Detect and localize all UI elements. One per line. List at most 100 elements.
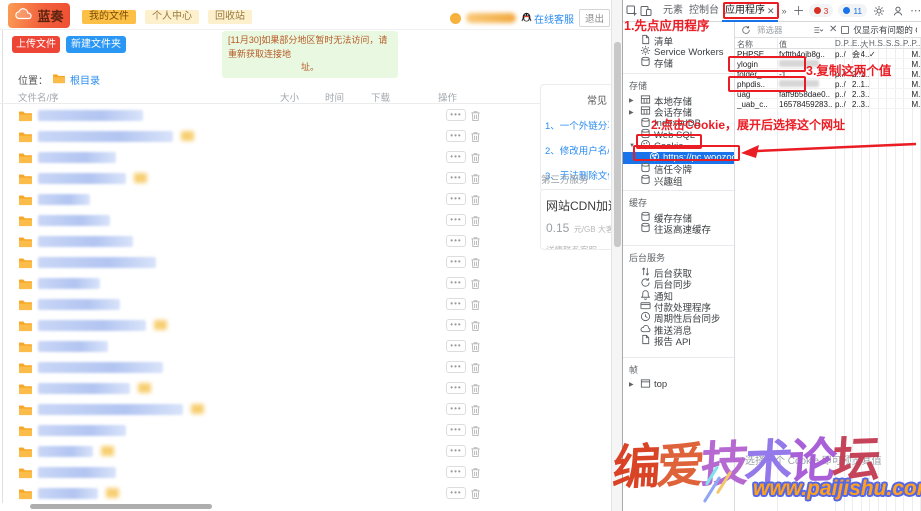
trash-icon[interactable] bbox=[470, 403, 481, 421]
trash-icon[interactable] bbox=[470, 172, 481, 190]
file-row[interactable]: ••• bbox=[0, 420, 611, 441]
more-tabs-icon[interactable]: » bbox=[780, 6, 789, 16]
disclosure-icon[interactable]: ▼ bbox=[629, 143, 635, 149]
logout-button[interactable]: 退出 bbox=[579, 9, 610, 27]
trash-icon[interactable] bbox=[470, 193, 481, 211]
row-more-button[interactable]: ••• bbox=[446, 214, 466, 226]
file-row[interactable]: ••• bbox=[0, 336, 611, 357]
cookie-row[interactable]: uagfaff9b58dae0..p../2..3..M. bbox=[735, 89, 921, 99]
cookie-row[interactable]: phpdis..p../2..1..M. bbox=[735, 79, 921, 89]
issue-badge[interactable]: 11 bbox=[838, 4, 867, 17]
trash-icon[interactable] bbox=[470, 256, 481, 274]
row-more-button[interactable]: ••• bbox=[446, 487, 466, 499]
profile-icon[interactable] bbox=[891, 4, 905, 18]
trash-icon[interactable] bbox=[470, 340, 481, 358]
trash-icon[interactable] bbox=[470, 214, 481, 232]
trash-icon[interactable] bbox=[470, 361, 481, 379]
trash-icon[interactable] bbox=[470, 319, 481, 337]
devtools-tab-application[interactable]: 应用程序✕ bbox=[722, 0, 778, 22]
trash-icon[interactable] bbox=[470, 298, 481, 316]
trash-icon[interactable] bbox=[470, 445, 481, 463]
new-folder-button[interactable]: 新建文件夹 bbox=[66, 36, 126, 53]
trash-icon[interactable] bbox=[470, 487, 481, 505]
settings-gear-icon[interactable] bbox=[872, 4, 886, 18]
error-badge[interactable]: 3 bbox=[809, 4, 834, 17]
upload-button[interactable]: 上传文件 bbox=[12, 36, 60, 53]
tree-item[interactable]: 往返高速缓存 bbox=[623, 224, 734, 235]
row-more-button[interactable]: ••• bbox=[446, 382, 466, 394]
file-row[interactable]: ••• bbox=[0, 483, 611, 504]
row-more-button[interactable]: ••• bbox=[446, 235, 466, 247]
trash-icon[interactable] bbox=[470, 151, 481, 169]
add-tab-icon[interactable]: ＋ bbox=[791, 2, 807, 19]
row-more-button[interactable]: ••• bbox=[446, 193, 466, 205]
row-more-button[interactable]: ••• bbox=[446, 172, 466, 184]
file-row[interactable]: ••• bbox=[0, 441, 611, 462]
file-row[interactable]: ••• bbox=[0, 126, 611, 147]
tree-item[interactable]: ▼Cookie bbox=[623, 141, 734, 152]
row-more-button[interactable]: ••• bbox=[446, 277, 466, 289]
file-row[interactable]: ••• bbox=[0, 147, 611, 168]
online-service-link[interactable]: 在线客服 bbox=[521, 10, 574, 26]
row-more-button[interactable]: ••• bbox=[446, 256, 466, 268]
scrollbar-thumb[interactable] bbox=[614, 42, 621, 247]
trash-icon[interactable] bbox=[470, 109, 481, 127]
trash-icon[interactable] bbox=[470, 235, 481, 253]
faq-link-2[interactable]: 2、修改用户名/昵称 bbox=[545, 143, 609, 157]
trash-icon[interactable] bbox=[470, 277, 481, 295]
clear-icon[interactable]: ✕ bbox=[829, 24, 837, 35]
trash-icon[interactable] bbox=[470, 466, 481, 484]
row-more-button[interactable]: ••• bbox=[446, 340, 466, 352]
page-horizontal-scrollbar[interactable] bbox=[30, 504, 212, 509]
tree-item[interactable]: 报告 API bbox=[623, 335, 734, 346]
file-row[interactable]: ••• bbox=[0, 252, 611, 273]
cdn-contact-link[interactable]: 详情联系客服 bbox=[546, 244, 608, 250]
col-filename[interactable]: 文件名/序 bbox=[18, 90, 59, 104]
file-row[interactable]: ••• bbox=[0, 231, 611, 252]
trash-icon[interactable] bbox=[470, 424, 481, 442]
issues-only-checkbox[interactable] bbox=[841, 26, 849, 34]
trash-icon[interactable] bbox=[470, 130, 481, 148]
refresh-icon[interactable] bbox=[739, 23, 753, 37]
file-row[interactable]: ••• bbox=[0, 399, 611, 420]
trash-icon[interactable] bbox=[470, 382, 481, 400]
page-vertical-scrollbar[interactable] bbox=[611, 0, 622, 511]
cookie-filter-input[interactable] bbox=[757, 25, 807, 35]
row-more-button[interactable]: ••• bbox=[446, 424, 466, 436]
more-options-icon[interactable]: ⋯ bbox=[910, 4, 921, 17]
row-more-button[interactable]: ••• bbox=[446, 109, 466, 121]
disclosure-icon[interactable]: ▶ bbox=[629, 109, 634, 116]
tree-item[interactable]: 兴趣组 bbox=[623, 175, 734, 186]
tree-item[interactable]: ▶top bbox=[623, 379, 734, 390]
file-row[interactable]: ••• bbox=[0, 378, 611, 399]
nav-tab-3[interactable]: 回收站 bbox=[208, 10, 252, 24]
file-row[interactable]: ••• bbox=[0, 462, 611, 483]
file-row[interactable]: ••• bbox=[0, 168, 611, 189]
file-row[interactable]: ••• bbox=[0, 273, 611, 294]
row-more-button[interactable]: ••• bbox=[446, 466, 466, 478]
nav-tab-2[interactable]: 个人中心 bbox=[145, 10, 199, 24]
disclosure-icon[interactable]: ▶ bbox=[629, 97, 634, 104]
row-more-button[interactable]: ••• bbox=[446, 445, 466, 457]
file-row[interactable]: ••• bbox=[0, 210, 611, 231]
nav-tab-1[interactable]: 我的文件 bbox=[82, 10, 136, 24]
root-dir-link[interactable]: 根目录 bbox=[70, 72, 100, 87]
faq-link-1[interactable]: 1、一个外链分享多个文 bbox=[545, 118, 609, 132]
file-row[interactable]: ••• bbox=[0, 294, 611, 315]
row-more-button[interactable]: ••• bbox=[446, 361, 466, 373]
filter-list-icon[interactable] bbox=[811, 23, 825, 37]
file-row[interactable]: ••• bbox=[0, 357, 611, 378]
file-row[interactable]: ••• bbox=[0, 315, 611, 336]
row-more-button[interactable]: ••• bbox=[446, 298, 466, 310]
tree-item[interactable]: 存储 bbox=[623, 58, 734, 69]
file-row[interactable]: ••• bbox=[0, 189, 611, 210]
cookie-row[interactable]: PHPSE..fxfttb4ojb8g..p../会4..✓M. bbox=[735, 49, 921, 59]
cookie-row[interactable]: _uab_c..16578459283..p../2..3..M. bbox=[735, 99, 921, 109]
row-more-button[interactable]: ••• bbox=[446, 319, 466, 331]
row-more-button[interactable]: ••• bbox=[446, 130, 466, 142]
row-more-button[interactable]: ••• bbox=[446, 403, 466, 415]
row-more-button[interactable]: ••• bbox=[446, 151, 466, 163]
disclosure-icon[interactable]: ▶ bbox=[629, 381, 634, 388]
app-logo[interactable]: 蓝奏 bbox=[8, 3, 70, 28]
file-row[interactable]: ••• bbox=[0, 105, 611, 126]
